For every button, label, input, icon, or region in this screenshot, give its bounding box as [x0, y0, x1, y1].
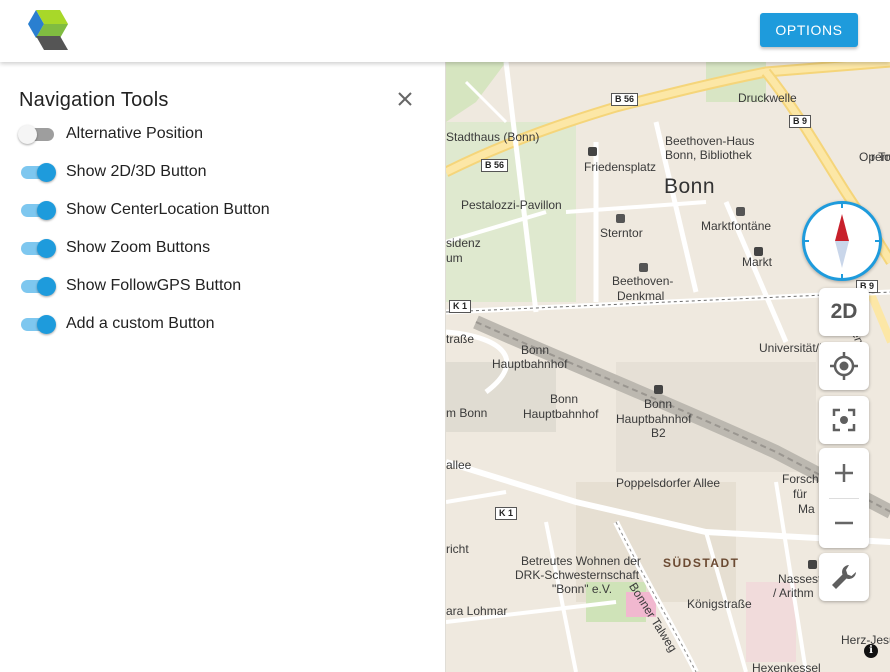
navigation-tools-panel: Navigation Tools Alternative Position Sh…	[0, 62, 445, 672]
map-label: Druckwelle	[738, 91, 797, 105]
map-label: Forsch	[782, 472, 819, 486]
minus-icon	[835, 521, 853, 525]
mode-2d-3d-button[interactable]: 2D	[819, 288, 869, 336]
map-label: Sterntor	[600, 226, 643, 240]
toggle-label: Show CenterLocation Button	[66, 201, 270, 218]
map-label: Bonn	[644, 397, 673, 411]
show-2d-3d-switch[interactable]	[18, 163, 56, 182]
map-label: um	[446, 251, 463, 265]
add-custom-button-switch[interactable]	[18, 315, 56, 334]
bus-stop-icon	[808, 560, 817, 569]
app-root: OPTIONS Navigation Tools Alternative Pos…	[0, 0, 890, 672]
map-label: Hauptbahnhof	[492, 357, 568, 371]
compass-button[interactable]	[802, 201, 882, 281]
show-zoom-buttons-switch[interactable]	[18, 239, 56, 258]
toggle-label: Alternative Position	[66, 125, 203, 142]
map-label: Pestalozzi-Pavillon	[461, 198, 562, 212]
toggle-label: Show 2D/3D Button	[66, 163, 207, 180]
toggle-list: Alternative Position Show 2D/3D Button S…	[0, 115, 445, 343]
bus-stop-icon	[754, 247, 763, 256]
road-shield: K 1	[449, 300, 472, 313]
bus-stop-icon	[654, 385, 663, 394]
bus-stop-icon	[588, 147, 597, 156]
show-follow-gps-switch[interactable]	[18, 277, 56, 296]
camera-icon	[639, 263, 648, 272]
app-logo-icon	[28, 10, 68, 50]
gps-target-icon	[830, 352, 858, 380]
map-label: m Bonn	[446, 406, 488, 420]
map-label: Beethoven-	[612, 274, 674, 288]
map-label: Bonn, Bibliothek	[665, 148, 752, 162]
map-label: "Bonn" e.V.	[552, 582, 613, 596]
toggle-row-follow-gps[interactable]: Show FollowGPS Button	[0, 267, 445, 305]
map-label: Bonn	[521, 343, 550, 357]
map-label: Friedensplatz	[584, 160, 657, 174]
toggle-row-alternative-position[interactable]: Alternative Position	[0, 115, 445, 153]
map-view[interactable]: Bonn SÜDSTADT Stadthaus (Bonn) Druckwell…	[445, 62, 890, 672]
map-label: Markt	[742, 255, 772, 269]
road-shield: B 56	[481, 159, 509, 172]
toggle-label: Add a custom Button	[66, 315, 215, 332]
map-label: für	[793, 487, 808, 501]
compass-icon	[805, 204, 879, 278]
map-label: traße	[446, 332, 475, 346]
zoom-in-button[interactable]	[819, 448, 869, 498]
road-shield: B 9	[789, 115, 812, 128]
map-label: sidenz	[446, 236, 481, 250]
options-button[interactable]: OPTIONS	[760, 13, 858, 47]
map-label: Beethoven-Haus	[665, 134, 755, 148]
wrench-icon	[832, 565, 856, 589]
road-shield: B 56	[611, 93, 639, 106]
map-label: Bonn	[550, 392, 579, 406]
alternative-position-switch[interactable]	[18, 125, 56, 144]
toggle-label: Show FollowGPS Button	[66, 277, 242, 294]
map-label: Hauptbahnhof	[523, 407, 599, 421]
road-shield: K 1	[495, 507, 518, 520]
plus-icon	[835, 464, 853, 482]
map-label: Marktfontäne	[701, 219, 772, 233]
toggle-row-2d-3d-button[interactable]: Show 2D/3D Button	[0, 153, 445, 191]
camera-icon	[616, 214, 625, 223]
map-label: Stadthaus (Bonn)	[446, 130, 540, 144]
follow-gps-button[interactable]	[819, 396, 869, 444]
center-location-button[interactable]	[819, 342, 869, 390]
map-label: allee	[446, 458, 472, 472]
custom-tool-button[interactable]	[819, 553, 869, 601]
map-label: richt	[446, 542, 469, 556]
show-center-location-switch[interactable]	[18, 201, 56, 220]
map-label: Königstraße	[687, 597, 752, 611]
zoom-controls	[819, 448, 869, 548]
map-label: DRK-Schwesternschaft	[515, 568, 640, 582]
toggle-row-custom-button[interactable]: Add a custom Button	[0, 305, 445, 343]
toggle-row-center-location[interactable]: Show CenterLocation Button	[0, 191, 445, 229]
map-label: ara Lohmar	[446, 604, 508, 618]
map-district-label: SÜDSTADT	[663, 556, 740, 570]
info-icon[interactable]: i	[864, 644, 878, 658]
map-label: / Arithm	[773, 586, 814, 600]
zoom-out-button[interactable]	[819, 498, 869, 548]
toggle-row-zoom-buttons[interactable]: Show Zoom Buttons	[0, 229, 445, 267]
map-label: Hexenkessel	[752, 661, 821, 672]
camera-icon	[736, 207, 745, 216]
toggle-label: Show Zoom Buttons	[66, 239, 211, 256]
panel-title: Navigation Tools	[19, 89, 169, 111]
map-label: Poppelsdorfer Allee	[616, 476, 721, 490]
map-city-label: Bonn	[664, 175, 716, 198]
map-label: B2	[651, 426, 666, 440]
map-label: r To	[871, 150, 890, 164]
map-label: Nassest	[778, 572, 822, 586]
close-icon[interactable]	[392, 86, 418, 112]
center-focus-icon	[832, 408, 856, 432]
map-label: Denkmal	[617, 289, 665, 303]
map-label: Ma	[798, 502, 815, 516]
map-label: Hauptbahnhof	[616, 412, 692, 426]
top-bar: OPTIONS	[0, 0, 890, 62]
map-label: Betreutes Wohnen der	[521, 554, 641, 568]
